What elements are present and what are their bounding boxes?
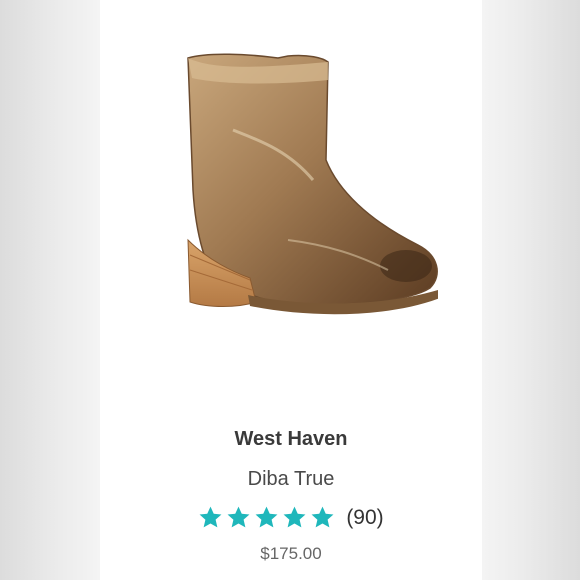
- star-icon: [283, 506, 306, 528]
- star-icon: [227, 506, 250, 528]
- product-brand[interactable]: Diba True: [100, 468, 482, 491]
- product-price: $175.00: [260, 544, 322, 563]
- product-card[interactable]: West Haven Diba True (90) $175.00: [100, 0, 482, 580]
- star-icon: [199, 506, 222, 528]
- blurred-background-left: [0, 0, 100, 580]
- review-count[interactable]: (90): [346, 506, 383, 530]
- rating-row: (90): [100, 505, 482, 530]
- product-title[interactable]: West Haven: [100, 428, 482, 451]
- star-icon: [311, 506, 334, 528]
- blurred-background-right: [482, 0, 580, 580]
- star-icon: [255, 506, 278, 528]
- ankle-boot-image[interactable]: [138, 40, 438, 340]
